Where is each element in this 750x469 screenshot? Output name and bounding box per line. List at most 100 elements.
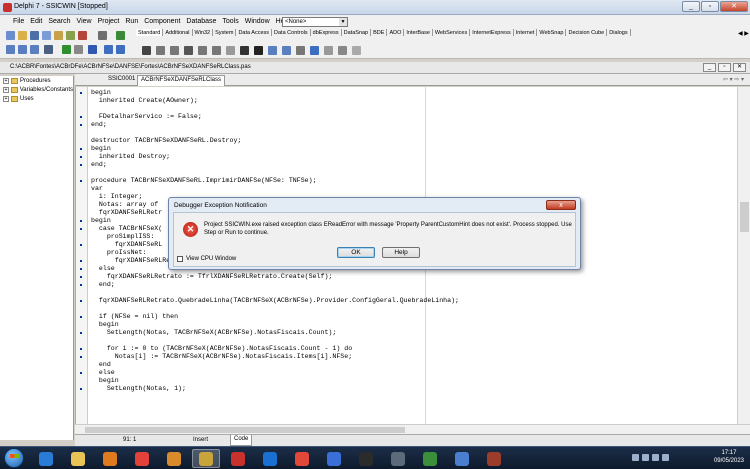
panel-icon[interactable] (338, 46, 347, 55)
code-line[interactable]: begin (91, 217, 111, 225)
remove-file-icon[interactable] (78, 31, 87, 40)
palette-tab[interactable]: WebServices (433, 29, 471, 36)
executable-line-marker[interactable] (80, 260, 82, 262)
actionlist-icon[interactable] (352, 46, 361, 55)
save-icon[interactable] (30, 31, 39, 40)
taskbar-app[interactable] (160, 449, 188, 468)
label-icon[interactable] (184, 46, 193, 55)
editor-gutter[interactable] (76, 87, 88, 424)
code-line[interactable]: begin (91, 321, 119, 329)
executable-line-marker[interactable] (80, 284, 82, 286)
tab-acbrnfsexdanfserlclass[interactable]: ACBrNFSeXDANFSeRLClass (137, 75, 226, 86)
open-project-icon[interactable] (54, 31, 63, 40)
code-line[interactable]: else (91, 369, 115, 377)
menu-component[interactable]: Component (141, 15, 183, 25)
menu-edit[interactable]: Edit (27, 15, 45, 25)
code-line[interactable]: procedure TACBrNFSeXDANFSeRL.ImprimirDAN… (91, 177, 317, 185)
taskbar-app[interactable] (224, 449, 252, 468)
memo-icon[interactable] (212, 46, 221, 55)
menu-search[interactable]: Search (45, 15, 73, 25)
code-line[interactable]: if (NFSe = nil) then (91, 313, 178, 321)
code-line[interactable]: fqrXDANFSeRLRetrato := TfrlXDANFSeRLRetr… (91, 273, 333, 281)
nav-arrows[interactable]: ⇦ ▾ ⇨ ▾ (723, 76, 744, 83)
code-line[interactable]: inherited Create(AOwner); (91, 97, 198, 105)
ok-button[interactable]: OK (337, 247, 375, 258)
taskbar-app[interactable] (64, 449, 92, 468)
tree-item-variables[interactable]: + Variables/Constants (0, 85, 73, 94)
executable-line-marker[interactable] (80, 220, 82, 222)
vertical-scrollbar[interactable] (737, 87, 750, 425)
palette-tab[interactable]: Decision Cube (566, 29, 608, 36)
taskbar-app[interactable] (416, 449, 444, 468)
taskbar-app[interactable] (288, 449, 316, 468)
palette-tab[interactable]: System (213, 29, 237, 36)
palette-tab[interactable]: Internet (514, 29, 538, 36)
menu-database[interactable]: Database (183, 15, 219, 25)
toggle-form-icon[interactable] (30, 45, 39, 54)
code-line[interactable]: end; (91, 281, 115, 289)
code-line[interactable]: SetLength(Notas, TACBrNFSeX(ACBrNFSe).No… (91, 329, 337, 337)
pause-icon[interactable] (88, 45, 97, 54)
code-line[interactable]: begin (91, 145, 111, 153)
code-line[interactable]: destructor TACBrNFSeXDANFSeRL.Destroy; (91, 137, 241, 145)
minimize-button[interactable]: _ (682, 1, 700, 12)
code-line[interactable]: var (91, 185, 103, 193)
code-line[interactable]: inherited Destroy; (91, 153, 170, 161)
help-button[interactable]: Help (382, 247, 420, 258)
groupbox-icon[interactable] (310, 46, 319, 55)
new-icon[interactable] (6, 31, 15, 40)
palette-tab[interactable]: Data Controls (272, 29, 311, 36)
checkbox-box[interactable] (177, 256, 183, 262)
volume-icon[interactable] (662, 454, 669, 461)
start-button[interactable] (4, 448, 24, 468)
flag-icon[interactable] (652, 454, 659, 461)
palette-tab[interactable]: BDE (371, 29, 388, 36)
clock[interactable]: 17:17 09/05/2023 (714, 449, 744, 465)
code-line[interactable]: fqrXDANFSeRLRetr (91, 209, 162, 217)
code-line[interactable]: else (91, 265, 115, 273)
taskbar-app[interactable] (192, 449, 220, 468)
code-line[interactable]: proIssNet: (91, 249, 147, 257)
new-form-icon[interactable] (44, 45, 53, 54)
combobox-icon[interactable] (282, 46, 291, 55)
executable-line-marker[interactable] (80, 92, 82, 94)
executable-line-marker[interactable] (80, 228, 82, 230)
taskbar-app[interactable] (96, 449, 124, 468)
palette-tab[interactable]: Additional (163, 29, 193, 36)
executable-line-marker[interactable] (80, 148, 82, 150)
run-dropdown-icon[interactable] (74, 45, 83, 54)
executable-line-marker[interactable] (80, 244, 82, 246)
view-form-icon[interactable] (18, 45, 27, 54)
horizontal-scrollbar[interactable] (75, 424, 750, 434)
run-icon[interactable] (62, 45, 71, 54)
code-line[interactable]: end (91, 361, 111, 369)
taskbar-app[interactable] (256, 449, 284, 468)
expand-icon[interactable]: + (3, 95, 9, 102)
popupmenu-icon[interactable] (170, 46, 179, 55)
palette-tab[interactable]: Win32 (193, 29, 214, 36)
desktop-select[interactable]: <None> ▼ (282, 17, 348, 27)
executable-line-marker[interactable] (80, 164, 82, 166)
palette-tab[interactable]: dbExpress (311, 29, 342, 36)
open-icon[interactable] (18, 31, 27, 40)
code-line[interactable]: fqrXDANFSeRL (91, 241, 163, 249)
palette-tab[interactable]: ADO (387, 29, 405, 36)
palette-tab[interactable]: InternetExpress (470, 29, 514, 36)
executable-line-marker[interactable] (80, 276, 82, 278)
taskbar-app[interactable] (320, 449, 348, 468)
network-icon[interactable] (642, 454, 649, 461)
radiogroup-icon[interactable] (324, 46, 333, 55)
code-line[interactable]: Notas[i] := TACBrNFSeX(ACBrNFSe).NotasFi… (91, 353, 352, 361)
executable-line-marker[interactable] (80, 388, 82, 390)
palette-tab[interactable]: WebSnap (537, 29, 567, 36)
executable-line-marker[interactable] (80, 372, 82, 374)
executable-line-marker[interactable] (80, 356, 82, 358)
executable-line-marker[interactable] (80, 316, 82, 318)
executable-line-marker[interactable] (80, 268, 82, 270)
executable-line-marker[interactable] (80, 180, 82, 182)
code-line[interactable]: i: Integer; (91, 193, 143, 201)
menu-run[interactable]: Run (122, 15, 141, 25)
taskbar-app[interactable] (448, 449, 476, 468)
tree-item-uses[interactable]: + Uses (0, 94, 73, 103)
executable-line-marker[interactable] (80, 116, 82, 118)
